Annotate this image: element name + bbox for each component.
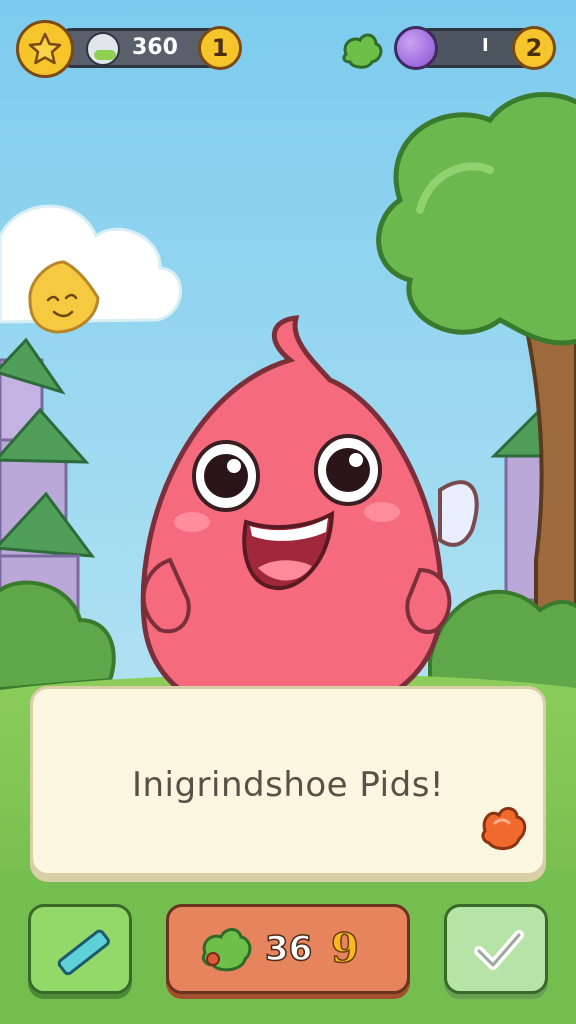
orb-value: I [482,35,489,56]
pet-info-panel: Inigrindshoe Pids! [30,686,546,876]
edit-button[interactable] [28,904,132,994]
pet-character[interactable] [100,300,490,750]
coin-badge-left: 1 [198,26,242,70]
pet-name-title: Inigrindshoe Pids! [131,765,445,805]
green-leaf-icon[interactable] [340,30,384,70]
currency-value: 360 [132,35,178,60]
star-button[interactable] [16,20,74,78]
green-food-icon [201,928,252,972]
confirm-button[interactable] [444,904,548,994]
checkmark-icon [474,930,524,970]
star-icon [28,32,62,65]
food-badge: 9 [330,924,359,973]
food-count: 36 [264,928,313,970]
hud-right-resources: I 2 [338,20,560,74]
pencil-icon [57,929,110,976]
purple-orb-icon[interactable] [394,26,438,70]
orange-leaf-icon[interactable] [477,801,533,857]
creature-avatar-icon [86,32,120,66]
hud-left-resources: 360 1 [16,20,246,78]
feed-button[interactable]: 36 9 [166,904,410,994]
coin-badge-right: 2 [512,26,556,70]
